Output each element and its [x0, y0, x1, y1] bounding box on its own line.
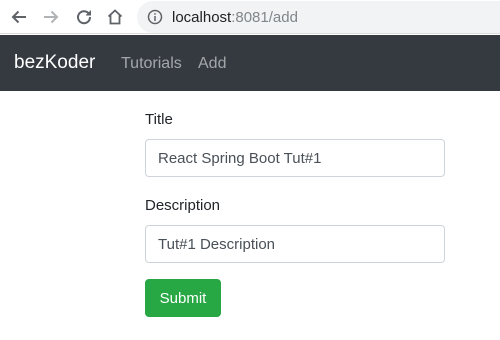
app-navbar: bezKoder Tutorials Add: [0, 35, 500, 91]
title-input[interactable]: [145, 139, 445, 177]
submit-button[interactable]: Submit: [145, 279, 221, 317]
home-button[interactable]: [105, 7, 125, 27]
brand-link[interactable]: bezKoder: [14, 52, 95, 74]
nav-link-add[interactable]: Add: [198, 54, 226, 73]
arrow-left-icon: [10, 8, 28, 26]
reload-icon: [75, 8, 93, 26]
url-path: :8081/add: [231, 9, 298, 26]
title-label: Title: [145, 111, 173, 128]
description-label: Description: [145, 197, 221, 214]
home-icon: [106, 8, 124, 26]
url-text: localhost:8081/add: [172, 9, 298, 26]
url-host: localhost: [172, 9, 232, 26]
browser-toolbar: localhost:8081/add: [0, 0, 500, 34]
forward-button[interactable]: [41, 7, 61, 27]
arrow-right-icon: [42, 8, 60, 26]
description-input[interactable]: [145, 225, 445, 263]
nav-link-tutorials[interactable]: Tutorials: [121, 54, 182, 73]
info-icon[interactable]: [147, 9, 163, 25]
reload-button[interactable]: [74, 7, 94, 27]
address-bar[interactable]: localhost:8081/add: [137, 1, 500, 33]
back-button[interactable]: [9, 7, 29, 27]
